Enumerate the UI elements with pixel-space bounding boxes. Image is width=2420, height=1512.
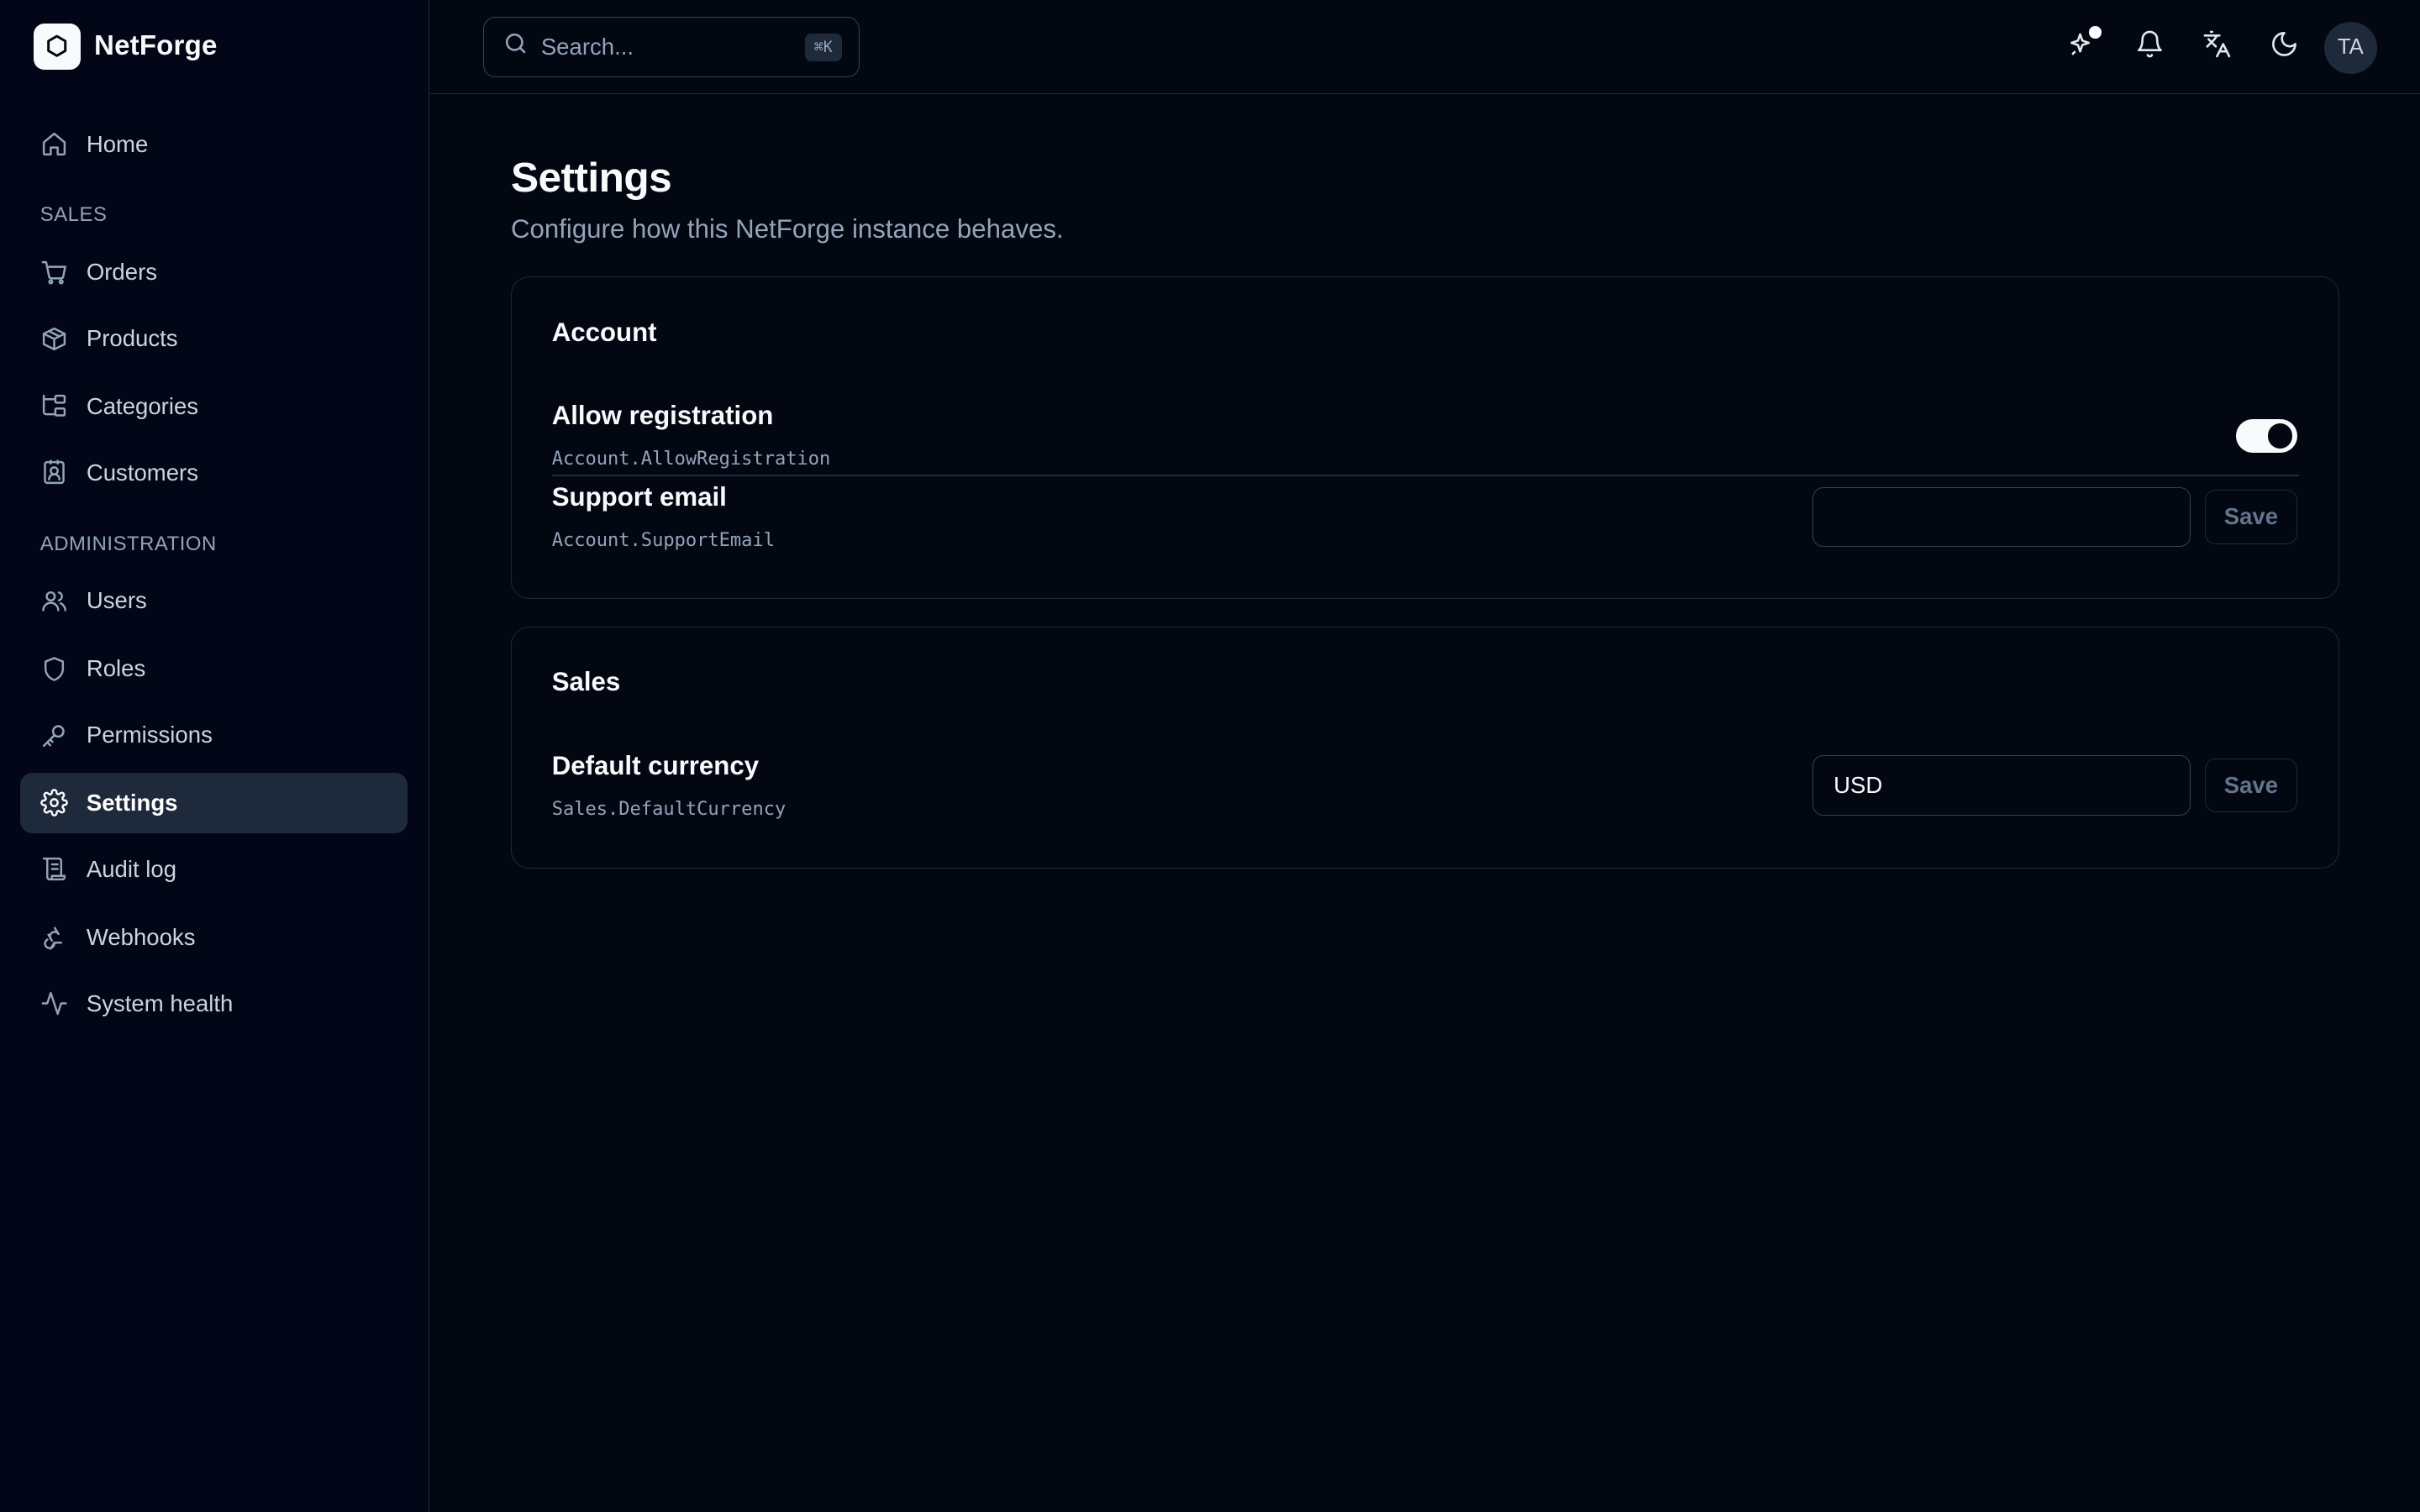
- home-icon: [40, 130, 68, 158]
- support-email-field[interactable]: [1812, 486, 2191, 548]
- language-button[interactable]: [2191, 22, 2243, 74]
- sidebar-item-customers[interactable]: Customers: [20, 443, 408, 503]
- sidebar-item-products[interactable]: Products: [20, 308, 408, 369]
- setting-label: Default currency: [551, 750, 760, 780]
- sales-card: Sales Default currency Sales.DefaultCurr…: [510, 626, 2340, 869]
- sidebar-item-settings[interactable]: Settings: [19, 773, 408, 833]
- avatar[interactable]: TA: [2324, 21, 2377, 75]
- sidebar-item-orders[interactable]: Orders: [20, 242, 408, 302]
- app: NetForge Home SALES Orders Products Cate…: [0, 0, 2420, 1512]
- hexagon-logo-icon: [34, 23, 81, 70]
- brand-name: NetForge: [94, 30, 218, 62]
- key-icon: [40, 722, 68, 749]
- sidebar-item-label: Permissions: [86, 722, 213, 748]
- languages-icon: [2202, 29, 2232, 66]
- search-input[interactable]: [540, 34, 773, 61]
- nav-section-sales: SALES: [39, 203, 108, 227]
- setting-key: Account.SupportEmail: [551, 529, 775, 551]
- account-card: Account Allow registration Account.Allow…: [510, 276, 2340, 599]
- sidebar-item-roles[interactable]: Roles: [20, 638, 408, 699]
- folder-tree-icon: [40, 392, 68, 420]
- webhook-icon: [40, 923, 68, 951]
- sidebar-item-label: Settings: [86, 789, 178, 816]
- setting-key: Account.AllowRegistration: [551, 448, 831, 470]
- card-title: Sales: [551, 667, 621, 697]
- sidebar-item-label: Roles: [86, 655, 146, 682]
- theme-toggle-button[interactable]: [2258, 22, 2310, 74]
- gear-icon: [39, 789, 68, 817]
- topbar-actions: TA: [2042, 21, 2377, 75]
- sidebar-item-label: Customers: [86, 459, 199, 486]
- setting-key: Sales.DefaultCurrency: [551, 798, 786, 820]
- shield-icon: [40, 655, 68, 683]
- sidebar-item-label: Home: [86, 130, 149, 157]
- topbar: ⌘K TA: [430, 0, 2420, 95]
- search-box[interactable]: ⌘K: [482, 17, 860, 77]
- search-icon: [502, 30, 529, 63]
- sidebar-item-audit-log[interactable]: Audit log: [20, 839, 408, 900]
- allow-registration-toggle[interactable]: [2235, 418, 2297, 454]
- moon-icon: [2270, 29, 2299, 66]
- shopping-cart-icon: [40, 259, 68, 286]
- users-icon: [40, 587, 68, 615]
- sidebar-item-users[interactable]: Users: [20, 571, 408, 632]
- bell-icon: [2135, 29, 2165, 66]
- divider: [551, 474, 2299, 476]
- sidebar-item-label: Users: [86, 587, 147, 614]
- sidebar-item-permissions[interactable]: Permissions: [20, 705, 408, 765]
- scroll-icon: [40, 855, 68, 883]
- setting-label: Support email: [551, 482, 727, 512]
- page-subtitle: Configure how this NetForge instance beh…: [510, 214, 1064, 244]
- notification-dot: [2089, 26, 2102, 39]
- contact-icon: [40, 459, 68, 486]
- sidebar-item-label: Orders: [86, 259, 158, 286]
- save-support-email-button[interactable]: Save: [2204, 490, 2297, 544]
- sidebar-item-label: Products: [86, 325, 178, 352]
- sidebar-item-label: Categories: [86, 392, 199, 419]
- sidebar: NetForge Home SALES Orders Products Cate…: [0, 0, 429, 1512]
- nav-section-administration: ADMINISTRATION: [39, 532, 217, 555]
- default-currency-field[interactable]: [1812, 755, 2191, 816]
- card-title: Account: [551, 317, 657, 347]
- toggle-knob: [2268, 423, 2293, 449]
- page-title: Settings: [510, 153, 672, 201]
- sidebar-item-label: Audit log: [86, 855, 177, 882]
- save-default-currency-button[interactable]: Save: [2204, 758, 2297, 813]
- package-icon: [40, 325, 68, 353]
- sidebar-item-categories[interactable]: Categories: [20, 376, 408, 437]
- sidebar-item-label: Webhooks: [86, 923, 196, 950]
- sidebar-item-system-health[interactable]: System health: [20, 974, 408, 1034]
- search-shortcut-badge: ⌘K: [804, 33, 842, 61]
- sidebar-item-webhooks[interactable]: Webhooks: [20, 907, 408, 968]
- brand[interactable]: NetForge: [34, 23, 218, 70]
- ai-assistant-button[interactable]: [2057, 22, 2109, 74]
- setting-label: Allow registration: [551, 400, 774, 430]
- notifications-button[interactable]: [2123, 22, 2175, 74]
- activity-icon: [40, 990, 68, 1017]
- sidebar-item-home[interactable]: Home: [20, 114, 408, 175]
- sidebar-item-label: System health: [86, 990, 234, 1016]
